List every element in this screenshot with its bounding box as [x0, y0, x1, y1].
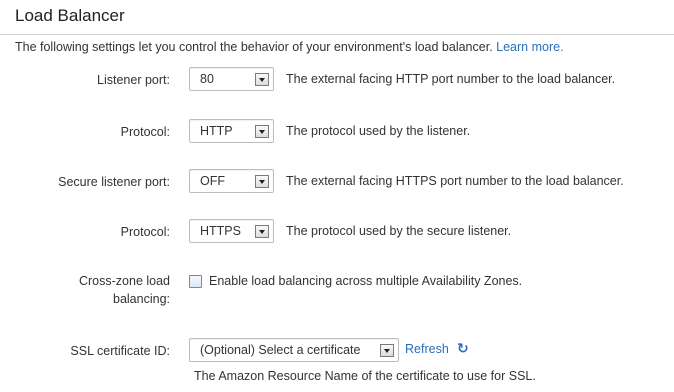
secure-protocol-label: Protocol:: [120, 225, 170, 239]
listener-port-select[interactable]: 80: [189, 67, 274, 91]
secure-listener-port-help: The external facing HTTPS port number to…: [286, 174, 624, 188]
secure-listener-port-value: OFF: [200, 174, 225, 188]
learn-more-link[interactable]: Learn more.: [496, 40, 563, 54]
refresh-icon[interactable]: ↻: [457, 340, 469, 357]
ssl-certificate-label: SSL certificate ID:: [70, 344, 170, 358]
intro-description: The following settings let you control t…: [15, 40, 493, 54]
section-divider: [0, 34, 674, 35]
chevron-down-icon[interactable]: [255, 125, 269, 138]
protocol-help: The protocol used by the listener.: [286, 124, 471, 138]
chevron-down-icon[interactable]: [255, 73, 269, 86]
secure-protocol-value: HTTPS: [200, 224, 241, 238]
ssl-certificate-help: The Amazon Resource Name of the certific…: [194, 369, 536, 383]
ssl-certificate-value: (Optional) Select a certificate: [200, 343, 361, 357]
secure-listener-port-select[interactable]: OFF: [189, 169, 274, 193]
ssl-certificate-select[interactable]: (Optional) Select a certificate: [189, 338, 399, 362]
secure-protocol-help: The protocol used by the secure listener…: [286, 224, 512, 238]
section-title: Load Balancer: [15, 6, 125, 25]
refresh-link[interactable]: Refresh: [405, 342, 449, 356]
intro-text: The following settings let you control t…: [15, 40, 564, 54]
listener-port-label: Listener port:: [97, 73, 170, 87]
listener-port-help: The external facing HTTP port number to …: [286, 72, 616, 86]
chevron-down-icon[interactable]: [255, 225, 269, 238]
cross-zone-checkbox-label[interactable]: Enable load balancing across multiple Av…: [209, 274, 522, 288]
secure-listener-port-label: Secure listener port:: [58, 175, 170, 189]
cross-zone-checkbox[interactable]: [189, 275, 202, 288]
cross-zone-label-line2: balancing:: [113, 292, 170, 306]
chevron-down-icon[interactable]: [380, 344, 394, 357]
protocol-value: HTTP: [200, 124, 233, 138]
listener-port-value: 80: [200, 72, 214, 86]
protocol-label: Protocol:: [120, 125, 170, 139]
protocol-select[interactable]: HTTP: [189, 119, 274, 143]
secure-protocol-select[interactable]: HTTPS: [189, 219, 274, 243]
cross-zone-label-line1: Cross-zone load: [78, 274, 170, 288]
chevron-down-icon[interactable]: [255, 175, 269, 188]
